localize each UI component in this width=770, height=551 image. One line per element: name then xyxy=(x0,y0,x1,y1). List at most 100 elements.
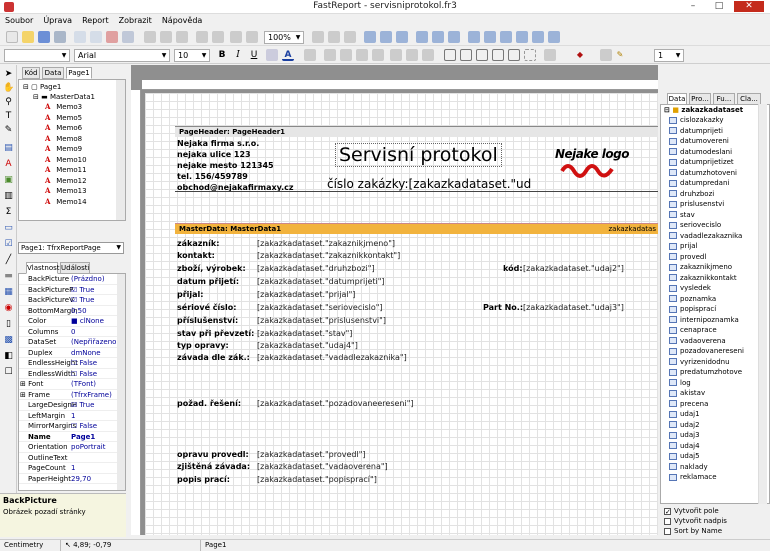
font-settings-icon[interactable] xyxy=(266,49,278,61)
dataset-field[interactable]: vadaoverena xyxy=(669,336,726,346)
property-row[interactable]: LargeDesignH ☑ True xyxy=(19,400,125,411)
menu-soubor[interactable]: Soubor xyxy=(0,14,38,28)
new-page-icon[interactable] xyxy=(74,31,86,43)
align-left-icon[interactable] xyxy=(364,31,376,43)
property-row[interactable]: Name Page1 xyxy=(19,432,125,442)
fill-color-icon[interactable]: ◆ xyxy=(574,49,586,61)
property-row[interactable]: Orientation poPortrait xyxy=(19,442,125,453)
field-value[interactable]: [zakazkadataset."vadadlezakaznika"] xyxy=(257,353,407,363)
property-row[interactable]: ⊞ Font (TFont) xyxy=(19,379,125,390)
field-value[interactable]: [zakazkadataset."udaj4"] xyxy=(257,341,358,351)
valign-top-icon[interactable] xyxy=(390,49,402,61)
minimize-button[interactable]: – xyxy=(686,1,700,12)
dataset-field[interactable]: datumzhotoveni xyxy=(669,168,737,178)
new-report-icon[interactable] xyxy=(6,31,18,43)
text-align-right-icon[interactable] xyxy=(356,49,368,61)
close-button[interactable]: ✕ xyxy=(734,1,764,12)
field-label[interactable]: příslušenství: xyxy=(177,316,238,326)
field-value[interactable]: [zakazkadataset."provedl"] xyxy=(257,450,366,460)
align-right-icon[interactable] xyxy=(396,31,408,43)
property-row[interactable]: PaperHeight 29,70 xyxy=(19,474,125,484)
tab-udalosti[interactable]: Události xyxy=(60,262,90,274)
underline-icon[interactable]: U xyxy=(248,49,260,61)
new-dialog-icon[interactable] xyxy=(90,31,102,43)
align-bottom-icon[interactable] xyxy=(448,31,460,43)
subreport-icon[interactable]: ▥ xyxy=(3,191,14,202)
font-name-combo[interactable]: Arial ▼ xyxy=(74,49,170,62)
property-row[interactable]: LeftMargin 1 xyxy=(19,411,125,421)
field-value[interactable]: [zakazkadataset."popisprací"] xyxy=(257,475,377,485)
font-color-icon[interactable]: A xyxy=(282,49,294,61)
chart-tool-icon[interactable]: ▦ xyxy=(3,287,14,298)
dataset-root[interactable]: ⊟ ■ zakazkadataset xyxy=(664,105,743,115)
tree-memo[interactable]: A Memo13 xyxy=(45,186,87,196)
dataset-field[interactable]: zakaznikjmeno xyxy=(669,262,732,272)
field-value[interactable]: [zakazkadataset."prislusenstvi"] xyxy=(257,316,386,326)
highlight-icon[interactable] xyxy=(304,49,316,61)
pozad-label[interactable]: požad. řešení: xyxy=(177,399,241,409)
frame-none-icon[interactable] xyxy=(524,49,536,61)
field-value[interactable]: [zakazkadataset."seriovecislo"] xyxy=(257,303,383,313)
property-row[interactable]: Duplex dmNone xyxy=(19,348,125,358)
picture-icon[interactable]: ▣ xyxy=(3,175,14,186)
partno-label[interactable]: Part No.: xyxy=(483,303,523,313)
property-row[interactable]: BottomMargin 0,50 xyxy=(19,306,125,316)
company-logo[interactable]: Nejake logo xyxy=(552,143,629,191)
center-horz-icon[interactable] xyxy=(500,31,512,43)
ole-icon[interactable]: ☐ xyxy=(3,367,14,378)
align-grid-icon[interactable] xyxy=(328,31,340,43)
masterdata-band[interactable]: MasterData: MasterData1 zakazkadatas xyxy=(175,223,658,234)
field-label[interactable]: závada dle zák.: xyxy=(177,353,250,363)
tree-memo[interactable]: A Memo8 xyxy=(45,134,82,144)
open-icon[interactable] xyxy=(22,31,34,43)
field-value[interactable]: [zakazkadataset."vadaoverena"] xyxy=(257,462,388,472)
valign-bottom-icon[interactable] xyxy=(422,49,434,61)
field-value[interactable]: [zakazkadataset."stav"] xyxy=(257,329,352,339)
report-title[interactable]: Servisní protokol xyxy=(335,143,502,167)
menu-napoveda[interactable]: Nápověda xyxy=(157,14,208,28)
page-settings-icon[interactable] xyxy=(122,31,134,43)
tab-kod[interactable]: Kód xyxy=(22,67,40,79)
frame-right-icon[interactable] xyxy=(492,49,504,61)
field-label[interactable]: sériové číslo: xyxy=(177,303,236,313)
shadow-icon[interactable] xyxy=(544,49,556,61)
property-row[interactable]: BackPictureP ☑ True xyxy=(19,285,125,295)
field-label[interactable]: opravu provedl: xyxy=(177,450,249,460)
tree-memo[interactable]: A Memo6 xyxy=(45,123,82,133)
dataset-field[interactable]: datumprijetizet xyxy=(669,157,734,167)
property-row[interactable]: ⊞ Frame (TfrxFrame) xyxy=(19,390,125,400)
bold-icon[interactable]: B xyxy=(216,49,228,61)
field-label[interactable]: zákazník: xyxy=(177,239,219,249)
property-row[interactable]: BackPicture (Prázdno) xyxy=(19,274,125,285)
pen-icon[interactable]: ✎ xyxy=(614,49,626,61)
tab-page1[interactable]: Page1 xyxy=(66,67,92,79)
dataset-scrollbar[interactable] xyxy=(758,104,767,504)
tree-page[interactable]: ⊟ ▢ Page1 xyxy=(23,82,61,92)
tree-memo[interactable]: A Memo14 xyxy=(45,197,87,207)
dataset-field[interactable]: pozadovaneresenі xyxy=(669,346,744,356)
dataset-field[interactable]: reklamace xyxy=(669,472,717,482)
dataset-field[interactable]: akistav xyxy=(669,388,705,398)
object-selector[interactable]: Page1: TfrxReportPage ▼ xyxy=(18,242,124,254)
dataset-field[interactable]: cenaprace xyxy=(669,325,717,335)
field-label[interactable]: přijal: xyxy=(177,290,204,300)
dataset-field[interactable]: datumprijeti xyxy=(669,126,723,136)
shape-icon[interactable]: ▭ xyxy=(3,223,14,234)
line-width-combo[interactable]: 1 ▼ xyxy=(654,49,684,62)
dataset-field[interactable]: provedl xyxy=(669,252,706,262)
select-tool-icon[interactable]: ➤ xyxy=(3,69,14,80)
text-align-center-icon[interactable] xyxy=(340,49,352,61)
tree-memo[interactable]: A Memo11 xyxy=(45,165,87,175)
richtext-icon[interactable]: ◉ xyxy=(3,303,14,314)
frame-bottom-icon[interactable] xyxy=(460,49,472,61)
dataset-field[interactable]: internipoznamka xyxy=(669,315,739,325)
align-center-icon[interactable] xyxy=(380,31,392,43)
group-icon[interactable] xyxy=(230,31,242,43)
pozad-value[interactable]: [zakazkadataset."pozadovaneereseni"] xyxy=(257,399,414,409)
dataset-field[interactable]: poznamka xyxy=(669,294,716,304)
field-label[interactable]: kontakt: xyxy=(177,251,215,261)
field-value[interactable]: [zakazkadataset."druhzbozi"] xyxy=(257,264,375,274)
company-line[interactable]: nejake mesto 121345 xyxy=(177,161,274,171)
space-vert-icon[interactable] xyxy=(484,31,496,43)
company-line[interactable]: nejaka ulice 123 xyxy=(177,150,251,160)
